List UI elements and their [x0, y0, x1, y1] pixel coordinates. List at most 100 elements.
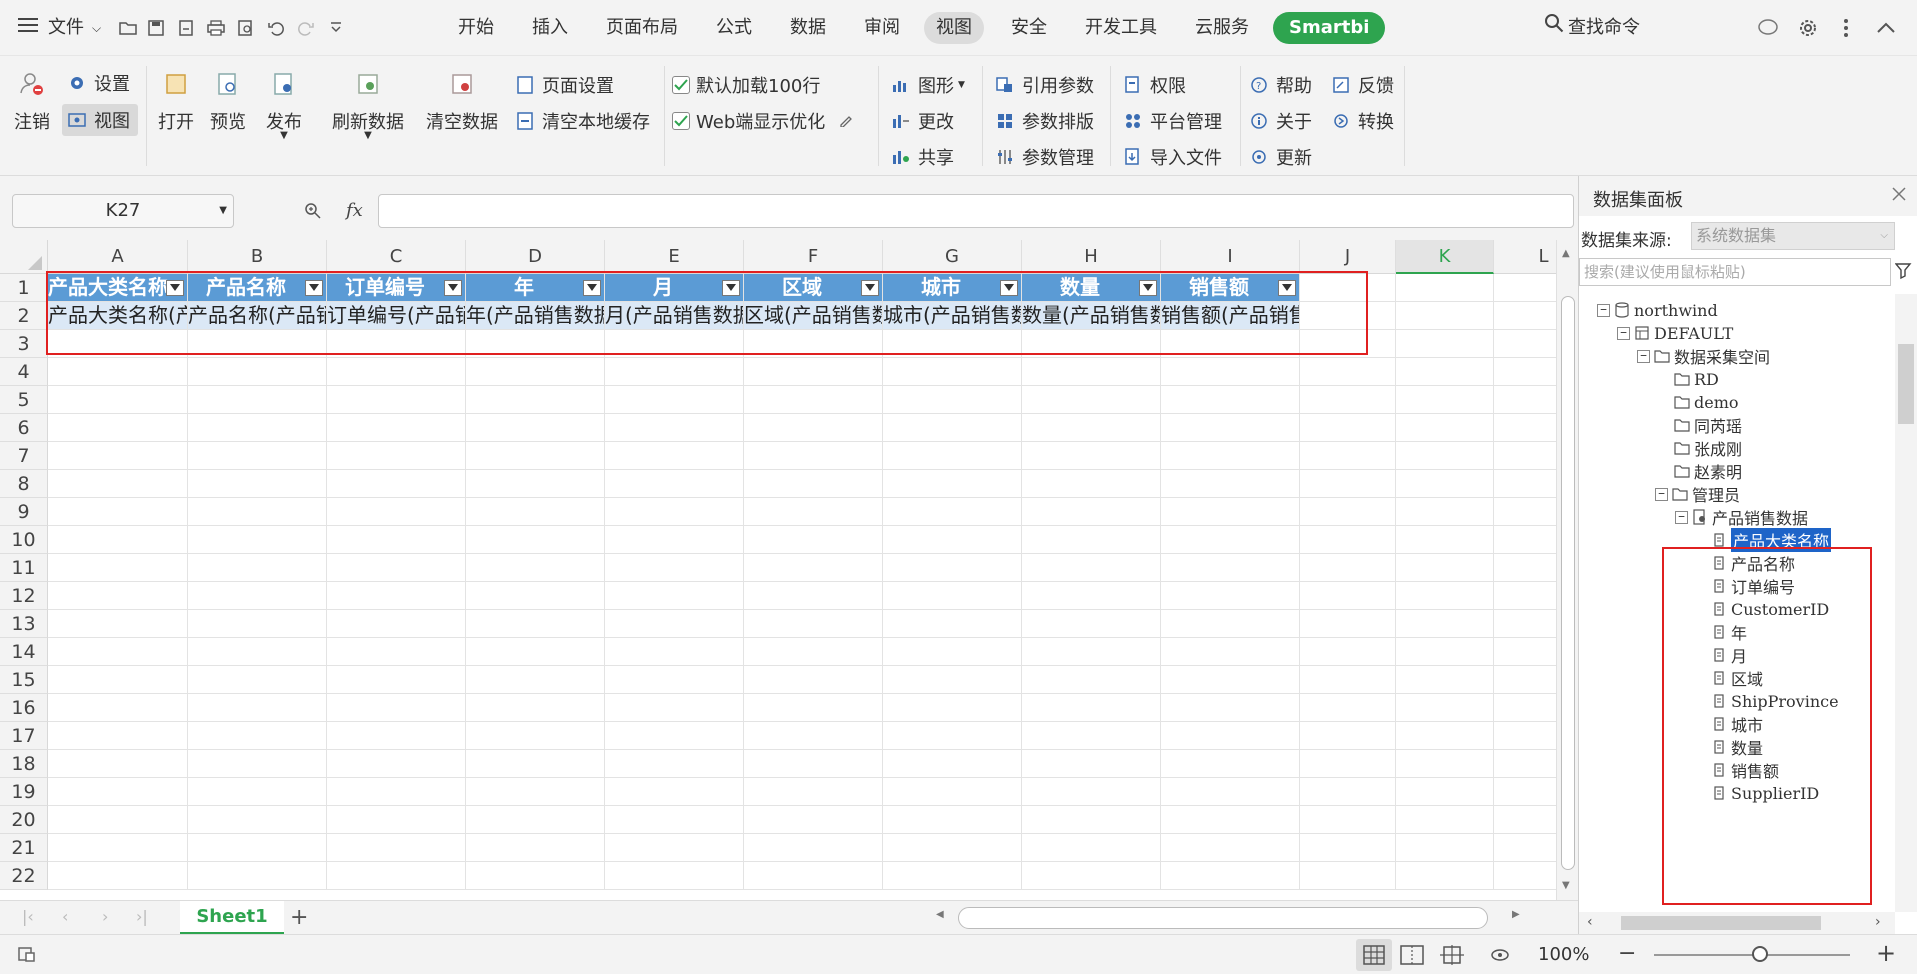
- empty-cell[interactable]: [466, 834, 605, 862]
- empty-cell[interactable]: [1300, 302, 1396, 330]
- empty-cell[interactable]: [744, 526, 883, 554]
- empty-cell[interactable]: [466, 386, 605, 414]
- tree-node-field[interactable]: 年: [1711, 620, 1747, 644]
- column-header-k[interactable]: K: [1396, 240, 1494, 274]
- empty-cell[interactable]: [1161, 638, 1300, 666]
- empty-cell[interactable]: [744, 442, 883, 470]
- empty-cell[interactable]: [605, 666, 744, 694]
- empty-cell[interactable]: [48, 862, 188, 890]
- empty-cell[interactable]: [48, 750, 188, 778]
- header-cell[interactable]: 年: [466, 274, 605, 302]
- empty-cell[interactable]: [605, 330, 744, 358]
- tree-node-field[interactable]: 订单编号: [1711, 574, 1795, 598]
- row-header-9[interactable]: 9: [0, 498, 48, 526]
- filter-dropdown-icon[interactable]: [583, 280, 601, 296]
- tree-node-folder[interactable]: RD: [1674, 367, 1719, 391]
- empty-cell[interactable]: [188, 414, 327, 442]
- empty-cell[interactable]: [883, 414, 1022, 442]
- tree-collapse-icon[interactable]: −: [1637, 349, 1650, 363]
- tab-security[interactable]: 安全: [999, 12, 1059, 44]
- filter-icon[interactable]: [1894, 262, 1913, 285]
- empty-cell[interactable]: [48, 358, 188, 386]
- empty-cell[interactable]: [744, 470, 883, 498]
- import-file-button[interactable]: 导入文件: [1124, 144, 1222, 170]
- empty-cell[interactable]: [744, 694, 883, 722]
- tab-view[interactable]: 视图: [924, 12, 984, 44]
- empty-cell[interactable]: [883, 330, 1022, 358]
- empty-cell[interactable]: [188, 554, 327, 582]
- empty-cell[interactable]: [188, 526, 327, 554]
- customize-icon[interactable]: [324, 16, 348, 40]
- hscroll-right-icon[interactable]: ▶: [1512, 909, 1520, 920]
- empty-cell[interactable]: [1161, 750, 1300, 778]
- tree-collapse-icon[interactable]: −: [1675, 510, 1688, 524]
- empty-cell[interactable]: [605, 610, 744, 638]
- empty-cell[interactable]: [1022, 358, 1161, 386]
- empty-cell[interactable]: [48, 498, 188, 526]
- column-header-h[interactable]: H: [1022, 240, 1161, 274]
- empty-cell[interactable]: [1300, 274, 1396, 302]
- tree-node-field[interactable]: 产品名称: [1711, 551, 1795, 575]
- tab-home[interactable]: 开始: [446, 12, 506, 44]
- empty-cell[interactable]: [466, 526, 605, 554]
- empty-cell[interactable]: [327, 386, 466, 414]
- empty-cell[interactable]: [1300, 610, 1396, 638]
- tree-node-field[interactable]: CustomerID: [1711, 597, 1829, 621]
- row-header-20[interactable]: 20: [0, 806, 48, 834]
- empty-cell[interactable]: [605, 386, 744, 414]
- empty-cell[interactable]: [1022, 666, 1161, 694]
- export-icon[interactable]: [174, 16, 198, 40]
- empty-cell[interactable]: [1396, 694, 1494, 722]
- empty-cell[interactable]: [1022, 442, 1161, 470]
- empty-cell[interactable]: [327, 442, 466, 470]
- page-break-view-icon[interactable]: [1400, 945, 1424, 970]
- filter-dropdown-icon[interactable]: [1139, 280, 1157, 296]
- empty-cell[interactable]: [188, 610, 327, 638]
- tree-node-field[interactable]: 月: [1711, 643, 1747, 667]
- empty-cell[interactable]: [605, 498, 744, 526]
- save-icon[interactable]: [144, 16, 168, 40]
- spreadsheet-grid[interactable]: ABCDEFGHIJKL 1 2 3 4 5 6 7 8 9 10 11 12 13 14 15 16 17 18…: [0, 240, 1578, 900]
- empty-cell[interactable]: [327, 498, 466, 526]
- filter-dropdown-icon[interactable]: [1000, 280, 1018, 296]
- empty-cell[interactable]: [327, 862, 466, 890]
- clear-data-button[interactable]: 清空数据: [426, 70, 498, 134]
- empty-cell[interactable]: [1161, 806, 1300, 834]
- header-cell[interactable]: 月: [605, 274, 744, 302]
- field-search-input[interactable]: 搜索(建议使用鼠标粘贴): [1579, 258, 1891, 286]
- empty-cell[interactable]: [1022, 330, 1161, 358]
- empty-cell[interactable]: [605, 442, 744, 470]
- empty-cell[interactable]: [744, 582, 883, 610]
- vertical-scrollbar[interactable]: ▲ ▼: [1556, 240, 1578, 900]
- empty-cell[interactable]: [605, 526, 744, 554]
- scroll-left-icon[interactable]: ‹: [1587, 914, 1593, 930]
- empty-cell[interactable]: [744, 638, 883, 666]
- empty-cell[interactable]: [1396, 722, 1494, 750]
- row-header-15[interactable]: 15: [0, 666, 48, 694]
- empty-cell[interactable]: [1396, 778, 1494, 806]
- empty-cell[interactable]: [1161, 470, 1300, 498]
- empty-cell[interactable]: [188, 358, 327, 386]
- empty-cell[interactable]: [1300, 414, 1396, 442]
- empty-cell[interactable]: [1396, 526, 1494, 554]
- empty-cell[interactable]: [1396, 498, 1494, 526]
- empty-cell[interactable]: [48, 778, 188, 806]
- empty-cell[interactable]: [1396, 330, 1494, 358]
- column-header-e[interactable]: E: [605, 240, 744, 274]
- empty-cell[interactable]: [744, 414, 883, 442]
- tree-node-database[interactable]: − northwind: [1597, 298, 1718, 322]
- empty-cell[interactable]: [188, 582, 327, 610]
- empty-cell[interactable]: [744, 778, 883, 806]
- empty-cell[interactable]: [605, 554, 744, 582]
- tree-collapse-icon[interactable]: −: [1617, 326, 1630, 340]
- empty-cell[interactable]: [605, 638, 744, 666]
- row-header-4[interactable]: 4: [0, 358, 48, 386]
- empty-cell[interactable]: [883, 554, 1022, 582]
- column-header-g[interactable]: G: [883, 240, 1022, 274]
- empty-cell[interactable]: [327, 414, 466, 442]
- close-icon[interactable]: [1891, 186, 1907, 207]
- tree-node-folder[interactable]: 张成刚: [1674, 436, 1742, 460]
- empty-cell[interactable]: [1161, 526, 1300, 554]
- empty-cell[interactable]: [744, 610, 883, 638]
- empty-cell[interactable]: [1396, 834, 1494, 862]
